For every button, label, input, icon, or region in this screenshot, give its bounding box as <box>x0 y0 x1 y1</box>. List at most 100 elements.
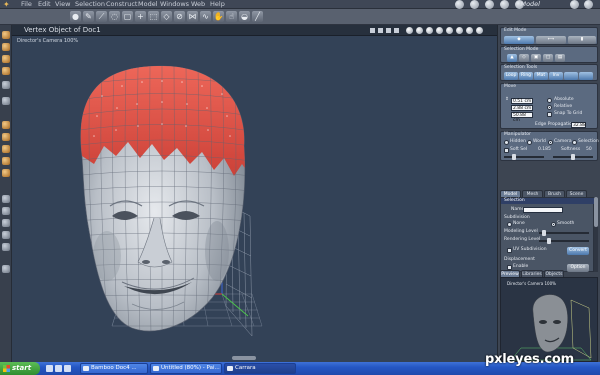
add-point-icon[interactable]: + <box>135 11 146 22</box>
fit-view-icon[interactable] <box>476 27 483 34</box>
merge-icon[interactable] <box>2 169 10 177</box>
extrude-tool-icon[interactable]: ⬚ <box>148 11 159 22</box>
connect-edge-icon[interactable] <box>2 133 10 141</box>
world-radio[interactable] <box>527 140 532 145</box>
rendering-level-slider[interactable] <box>539 238 589 244</box>
menu-model[interactable]: Model <box>138 0 158 9</box>
edge-propagation-field[interactable]: 32.88 <box>571 122 586 128</box>
room-assemble-icon[interactable] <box>455 0 464 9</box>
tab-scene[interactable]: Scene <box>566 190 587 197</box>
spline-mode-button[interactable]: ⟷ <box>536 36 566 44</box>
menu-windows[interactable]: Windows <box>160 0 189 9</box>
preview-window[interactable]: Director's Camera 100% <box>500 277 598 362</box>
tab-preview[interactable]: Preview <box>500 270 520 277</box>
tab-brush[interactable]: Brush <box>544 190 565 197</box>
eyedropper-icon[interactable] <box>2 265 10 273</box>
menu-web[interactable]: Web <box>191 0 205 9</box>
select-face-button[interactable]: ▣ <box>531 54 541 62</box>
move-z-field[interactable]: 50.88 cm <box>511 112 533 123</box>
camera-pan-icon[interactable] <box>2 207 10 215</box>
snap-grid-checkbox[interactable] <box>547 112 552 117</box>
mat-button[interactable]: Mat <box>534 72 548 80</box>
move-x-field[interactable]: 0.51 cm <box>511 98 533 104</box>
soft-sel-checkbox[interactable] <box>504 148 509 153</box>
grid-toggle-icon[interactable] <box>436 27 443 34</box>
move-tool-icon[interactable] <box>2 43 10 51</box>
softness-slider[interactable] <box>553 154 593 160</box>
task-paint[interactable]: Untitled (80%) - Pai... <box>150 363 222 374</box>
camera-select-icon[interactable] <box>446 27 453 34</box>
layout-single-icon[interactable] <box>370 28 375 33</box>
uv-subdivision-checkbox[interactable] <box>507 248 512 253</box>
weld-tool-icon[interactable]: ⋈ <box>187 11 198 22</box>
quicklaunch-desktop-icon[interactable] <box>46 365 53 372</box>
grow-button[interactable] <box>564 72 578 80</box>
wand-tool-icon[interactable]: ⟋ <box>96 11 107 22</box>
select-arrow-icon[interactable] <box>2 31 10 39</box>
viewport-scrollbar[interactable] <box>232 356 256 360</box>
inspector-scrollbar[interactable] <box>594 197 598 272</box>
split-face-icon[interactable] <box>2 157 10 165</box>
room-storyboard-icon[interactable] <box>485 0 494 9</box>
ring-button[interactable]: Ring <box>519 72 533 80</box>
zoom-view-icon[interactable] <box>466 27 473 34</box>
camera-zoom-icon[interactable] <box>2 219 10 227</box>
select-group-button[interactable]: ▤ <box>555 54 565 62</box>
view-options-icon[interactable] <box>456 27 463 34</box>
smooth-tool-icon[interactable]: ∿ <box>200 11 211 22</box>
box-tool-icon[interactable]: ▢ <box>122 11 133 22</box>
assistant-icon[interactable] <box>584 0 593 9</box>
wireframe-mode-icon[interactable] <box>416 27 423 34</box>
fill-hole-icon[interactable] <box>2 145 10 153</box>
render-mode-icon[interactable] <box>406 27 413 34</box>
relative-radio[interactable] <box>547 105 552 110</box>
menu-view[interactable]: View <box>55 0 70 9</box>
help-globe-icon[interactable] <box>570 0 579 9</box>
select-vertex-button[interactable]: ▲ <box>507 54 517 62</box>
camera-track-icon[interactable] <box>2 243 10 251</box>
sculpt-tool-icon[interactable]: ✋ <box>213 11 224 22</box>
select-edge-button[interactable]: ◇ <box>519 54 529 62</box>
room-texture-icon[interactable] <box>500 0 509 9</box>
modeling-level-slider[interactable] <box>539 230 589 236</box>
marquee-tool-icon[interactable] <box>2 97 10 105</box>
sphere-tool-icon[interactable]: ● <box>70 11 81 22</box>
loop-button[interactable]: Loop <box>504 72 518 80</box>
move-y-field[interactable]: 2.88 cm <box>511 105 533 111</box>
camera-radio[interactable] <box>548 140 553 145</box>
task-carrara[interactable]: Carrara <box>224 363 296 374</box>
name-field[interactable] <box>523 207 563 213</box>
layout-double-icon[interactable] <box>378 28 383 33</box>
bevel-tool-icon[interactable]: ◇ <box>161 11 172 22</box>
lasso-tool-icon[interactable] <box>2 81 10 89</box>
camera-orbit-icon[interactable] <box>2 195 10 203</box>
vertex-viewport[interactable]: Vertex Object of Doc1 Director's Camera … <box>12 25 497 362</box>
light-mode-icon[interactable] <box>426 27 433 34</box>
quicklaunch-browser-icon[interactable] <box>55 365 62 372</box>
subdivision-smooth-radio[interactable] <box>551 222 556 227</box>
layout-quad-icon[interactable] <box>394 28 399 33</box>
menu-file[interactable]: File <box>21 0 32 9</box>
select-object-button[interactable]: □ <box>543 54 553 62</box>
task-bamboo-doc[interactable]: Bamboo Doc4 ... <box>80 363 148 374</box>
tab-objects[interactable]: Objects <box>544 270 564 277</box>
vertex-mode-button[interactable]: ◆ <box>504 36 534 44</box>
shrink-button[interactable] <box>579 72 593 80</box>
add-vertex-icon[interactable] <box>2 121 10 129</box>
grab-tool-icon[interactable]: ☝ <box>226 11 237 22</box>
brush-tool-icon[interactable]: ◒ <box>239 11 250 22</box>
pen-tool-icon[interactable]: ✎ <box>83 11 94 22</box>
tab-model[interactable]: Model <box>500 190 521 197</box>
room-model-icon[interactable] <box>470 0 479 9</box>
camera-dolly-icon[interactable] <box>2 231 10 239</box>
start-button[interactable]: start <box>0 362 40 375</box>
menu-edit[interactable]: Edit <box>38 0 51 9</box>
knife-tool-icon[interactable]: ╱ <box>252 11 263 22</box>
absolute-radio[interactable] <box>547 98 552 103</box>
bezier-tool-icon[interactable]: ◌ <box>109 11 120 22</box>
selection-radio[interactable] <box>572 140 577 145</box>
rotate-tool-icon[interactable] <box>2 55 10 63</box>
scale-tool-icon[interactable] <box>2 67 10 75</box>
sculpt-mode-button[interactable]: ▮ <box>568 36 596 44</box>
invert-button[interactable]: Inv <box>549 72 563 80</box>
